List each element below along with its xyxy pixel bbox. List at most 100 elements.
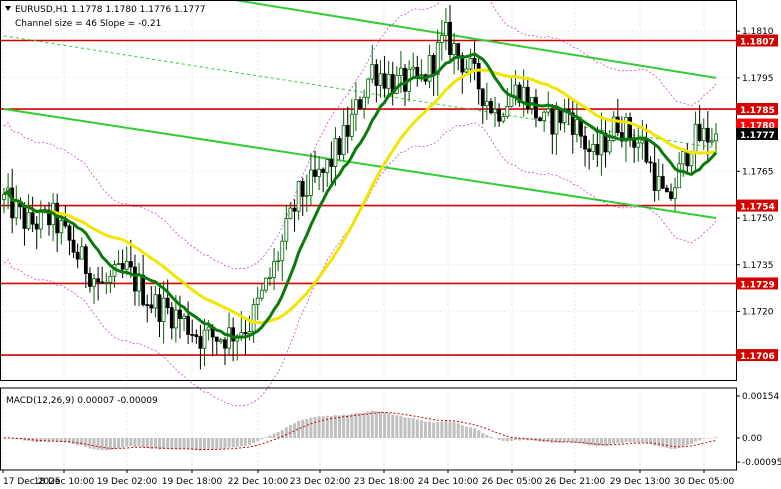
candle-body	[476, 62, 481, 90]
macd-bar	[39, 438, 43, 442]
x-tick-label: 26 Dec 21:00	[545, 477, 606, 487]
macd-bar	[186, 438, 190, 450]
candle-body	[448, 21, 452, 55]
candle-body	[546, 108, 551, 113]
macd-bar	[493, 438, 497, 439]
candle-body	[505, 106, 510, 117]
candle	[529, 96, 534, 115]
candle	[697, 105, 702, 143]
candle	[34, 216, 39, 250]
macd-bar	[100, 438, 104, 451]
candle	[411, 52, 416, 80]
candle-body	[399, 67, 403, 76]
candle-body	[374, 64, 379, 86]
macd-bar	[354, 412, 358, 438]
candle	[386, 60, 391, 96]
candle-body	[689, 153, 694, 167]
candle	[525, 76, 530, 114]
macd-bar	[546, 438, 550, 442]
candle	[276, 251, 281, 272]
macd-bar	[190, 438, 194, 450]
macd-bar	[235, 438, 239, 447]
x-tick-label: 18 Dec 10:00	[34, 477, 95, 487]
candle-body	[223, 339, 227, 349]
macd-bar	[632, 438, 636, 443]
macd-bar	[460, 425, 464, 438]
x-tick-label: 23 Dec 02:00	[290, 477, 351, 487]
candle	[145, 294, 150, 323]
candle	[472, 41, 477, 81]
candle	[263, 277, 268, 294]
macd-bar	[415, 419, 419, 438]
candle	[149, 286, 154, 314]
channel-lower-line	[3, 108, 717, 220]
candle-body	[317, 168, 321, 177]
macd-bar	[399, 415, 403, 438]
candle-body	[521, 86, 526, 103]
macd-bar	[665, 438, 669, 449]
macd-bar	[227, 438, 231, 448]
candle-body	[14, 201, 19, 219]
candle-body	[280, 240, 285, 262]
candle	[439, 19, 444, 61]
macd-bar	[620, 438, 624, 444]
candle-body	[133, 266, 137, 292]
macd-bar	[288, 424, 292, 438]
candle	[648, 156, 653, 173]
candle-body	[96, 278, 101, 283]
candle	[47, 201, 51, 236]
candle	[223, 337, 227, 365]
macd-bar	[174, 438, 178, 450]
candle	[116, 250, 121, 266]
macd-bar	[88, 438, 92, 449]
macd-bar	[112, 438, 116, 450]
candle	[214, 336, 219, 355]
candle	[88, 267, 92, 293]
candle	[632, 129, 637, 163]
candle-body	[685, 150, 690, 167]
macd-bar	[342, 414, 346, 438]
macd-bar	[550, 438, 554, 443]
macd-bar	[407, 417, 411, 438]
candle	[280, 234, 285, 282]
macd-bar	[411, 418, 415, 438]
macd-bar	[374, 411, 378, 438]
candle-body	[472, 58, 477, 64]
candle-body	[554, 109, 559, 135]
level-tag-label: 1.1706	[740, 352, 775, 362]
x-tick-label: 19 Dec 02:00	[97, 477, 158, 487]
macd-bar	[252, 438, 256, 444]
candle-body	[251, 304, 256, 333]
candle-body	[705, 127, 710, 143]
candle	[30, 196, 35, 233]
x-tick-label: 24 Dec 10:00	[418, 477, 479, 487]
macd-bar	[256, 438, 260, 442]
candle	[104, 272, 109, 295]
candle-body	[321, 168, 326, 173]
candle-body	[59, 220, 64, 234]
candle-body	[583, 135, 587, 150]
candle	[603, 120, 608, 168]
candle	[259, 284, 264, 302]
macd-bar	[211, 438, 215, 450]
candle-body	[386, 74, 391, 89]
candle-body	[276, 260, 281, 263]
candle	[554, 101, 559, 156]
macd-label: MACD(12,26,9) 0.00007 -0.00009	[6, 396, 158, 406]
candle-body	[370, 64, 375, 80]
candle-body	[141, 274, 146, 306]
candle-body	[329, 159, 334, 167]
macd-bar	[485, 434, 489, 438]
candle	[415, 55, 420, 87]
candle-body	[243, 332, 248, 335]
candle-body	[542, 111, 547, 122]
candle-body	[227, 327, 231, 349]
candle	[165, 279, 170, 315]
macd-bar	[301, 419, 305, 438]
candle	[685, 143, 690, 174]
candle-body	[607, 140, 612, 153]
candle	[615, 98, 620, 137]
candle-body	[300, 181, 305, 197]
candle-body	[534, 96, 538, 119]
macd-bar	[362, 412, 366, 438]
